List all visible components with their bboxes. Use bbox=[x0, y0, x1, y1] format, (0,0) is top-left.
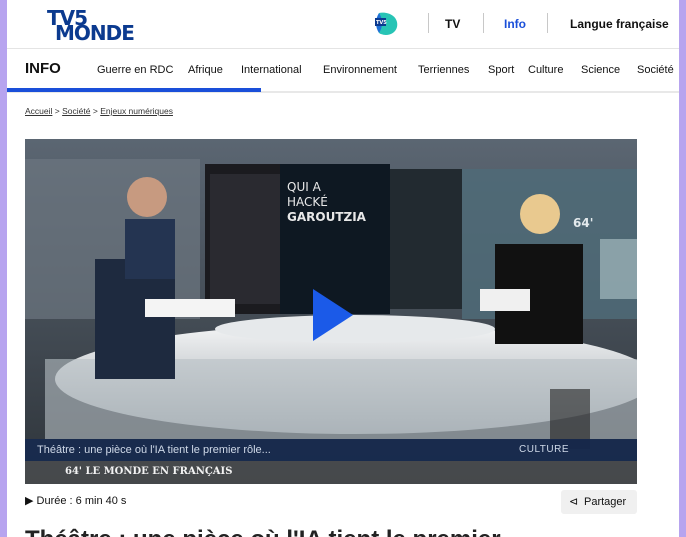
breadcrumb-enjeux-numeriques[interactable]: Enjeux numériques bbox=[100, 106, 173, 116]
program-brand-text: 64' LE MONDE EN FRANÇAIS bbox=[65, 466, 233, 477]
breadcrumb-separator: > bbox=[92, 106, 98, 116]
share-button[interactable]: ⊲ Partager bbox=[561, 490, 637, 514]
nav-item-societe[interactable]: Société bbox=[637, 64, 674, 76]
svg-text:TV5: TV5 bbox=[376, 20, 387, 26]
svg-text:HACKÉ: HACKÉ bbox=[287, 194, 328, 209]
main-nav: INFO Guerre en RDC Afrique International… bbox=[7, 48, 679, 93]
duration-text: Durée : 6 min 40 s bbox=[36, 495, 127, 507]
nav-item-culture[interactable]: Culture bbox=[528, 64, 563, 76]
tv5-info-icon[interactable]: TV5 bbox=[373, 11, 401, 37]
nav-item-afrique[interactable]: Afrique bbox=[188, 64, 223, 76]
lower-third-banner: Théâtre : une pièce où l'IA tient le pre… bbox=[25, 439, 637, 461]
share-label: Partager bbox=[584, 496, 627, 508]
article-headline: Théâtre : une pièce où l'IA tient le pre… bbox=[25, 526, 665, 537]
tv5monde-logo[interactable]: TV5 MONDE bbox=[47, 8, 135, 45]
share-icon: ⊲ bbox=[569, 496, 579, 508]
breadcrumb-accueil[interactable]: Accueil bbox=[25, 106, 52, 116]
top-link-langue-francaise[interactable]: Langue française bbox=[570, 17, 669, 31]
lower-third-category: CULTURE bbox=[519, 444, 569, 455]
nav-item-guerre-en-rdc[interactable]: Guerre en RDC bbox=[97, 64, 173, 76]
nav-info-home[interactable]: INFO bbox=[25, 61, 61, 77]
divider bbox=[547, 13, 548, 33]
top-bar: TV5 MONDE TV5 TV Info Langue française bbox=[7, 0, 679, 48]
nav-item-terriennes[interactable]: Terriennes bbox=[418, 64, 469, 76]
nav-item-international[interactable]: International bbox=[241, 64, 302, 76]
screen-badge-text: 64' bbox=[573, 216, 593, 230]
divider bbox=[428, 13, 429, 33]
top-link-tv[interactable]: TV bbox=[445, 17, 460, 31]
nav-item-environnement[interactable]: Environnement bbox=[323, 64, 397, 76]
logo-line-2: MONDE bbox=[55, 21, 135, 45]
breadcrumb: Accueil > Société > Enjeux numériques bbox=[25, 106, 173, 116]
lower-third-title: Théâtre : une pièce où l'IA tient le pre… bbox=[37, 444, 271, 456]
nav-item-sport[interactable]: Sport bbox=[488, 64, 514, 76]
breadcrumb-societe[interactable]: Société bbox=[62, 106, 90, 116]
video-duration: ▶ Durée : 6 min 40 s bbox=[25, 495, 126, 507]
divider bbox=[483, 13, 484, 33]
video-player[interactable]: QUI A HACKÉ GAROUTZIA 64' Théâtre : une … bbox=[25, 139, 637, 484]
breadcrumb-separator: > bbox=[54, 106, 60, 116]
poster-title-text: QUI A bbox=[287, 180, 322, 194]
top-link-info[interactable]: Info bbox=[504, 17, 526, 31]
play-button-icon[interactable] bbox=[313, 289, 353, 341]
play-triangle-icon: ▶ bbox=[25, 495, 34, 507]
nav-item-science[interactable]: Science bbox=[581, 64, 620, 76]
program-brand-bar: 64' LE MONDE EN FRANÇAIS bbox=[25, 461, 637, 484]
svg-text:GAROUTZIA: GAROUTZIA bbox=[287, 210, 367, 224]
nav-active-indicator bbox=[7, 88, 261, 92]
page: TV5 MONDE TV5 TV Info Langue française I… bbox=[7, 0, 679, 537]
